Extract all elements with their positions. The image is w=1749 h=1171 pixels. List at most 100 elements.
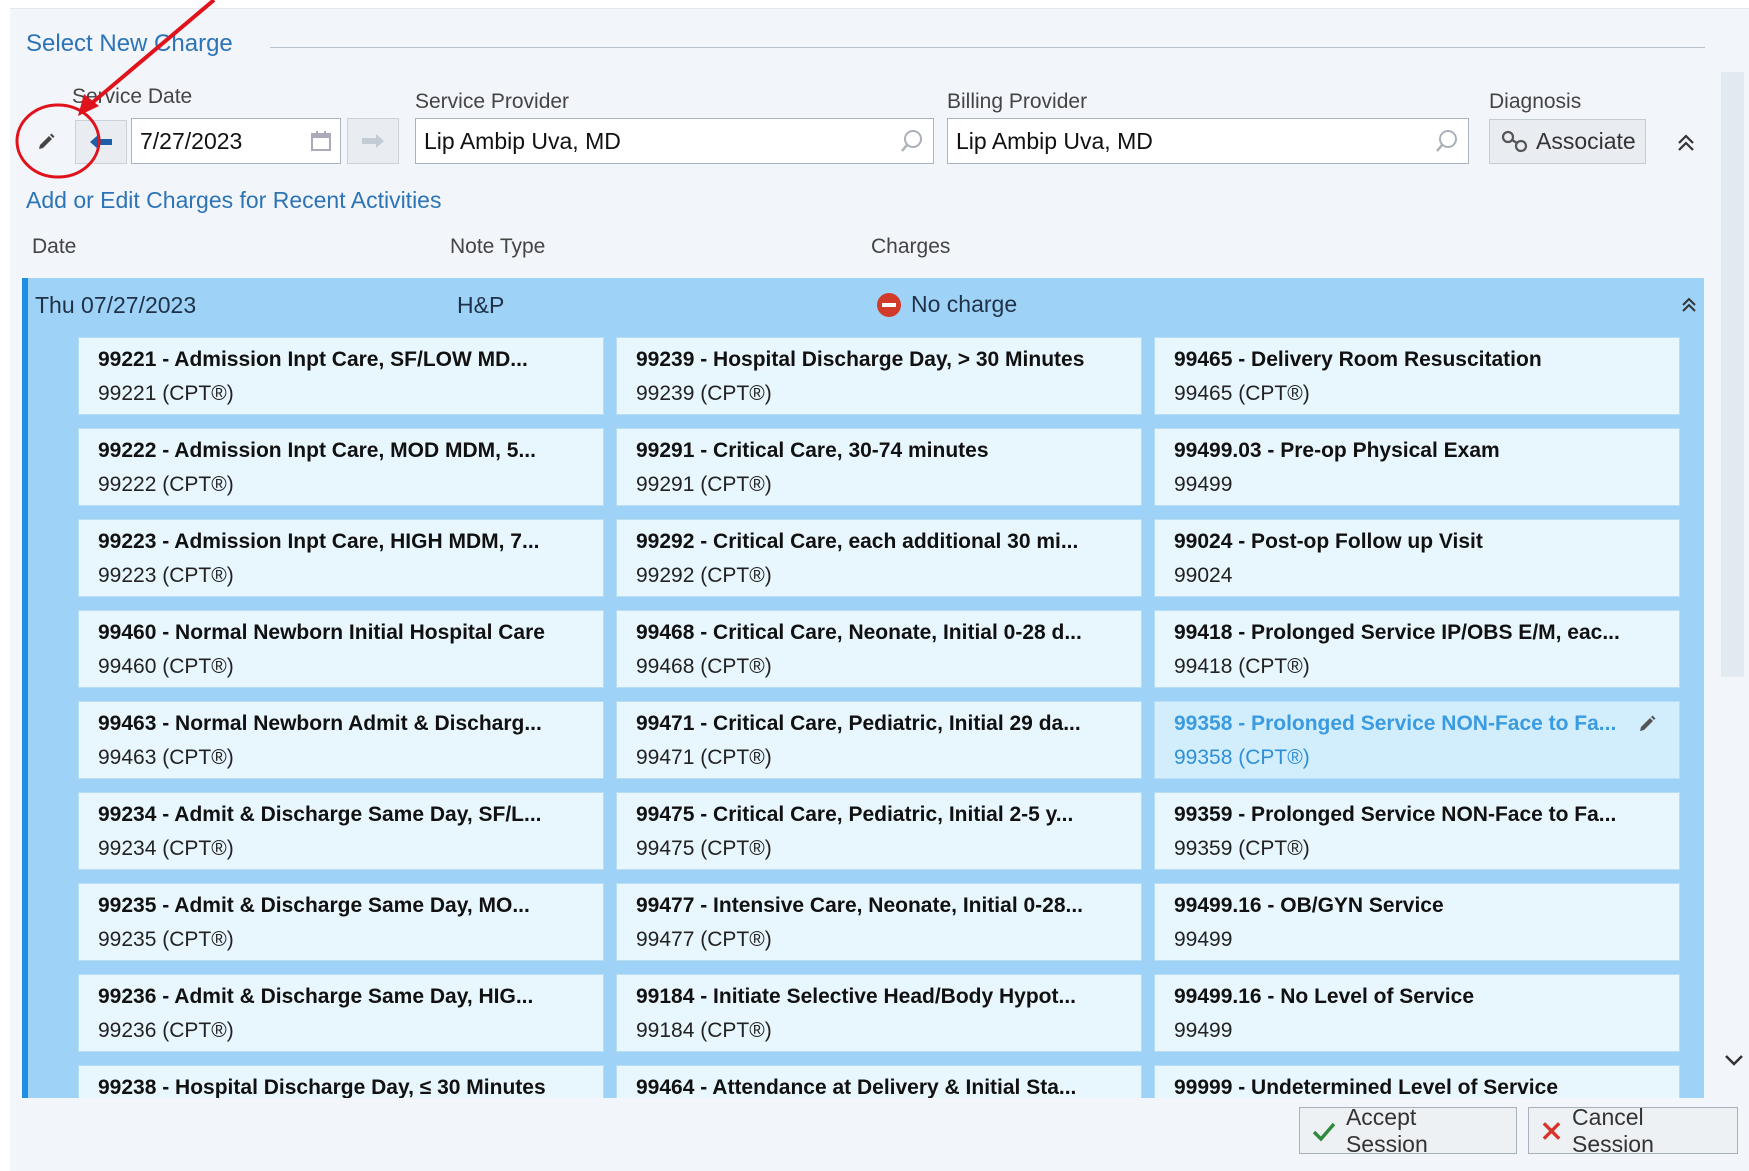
service-provider-label: Service Provider (415, 90, 570, 113)
charge-card[interactable]: 99239 - Hospital Discharge Day, > 30 Min… (616, 337, 1142, 415)
accept-session-label: Accept Session (1345, 1103, 1428, 1157)
charge-code: 99475 (CPT®) (636, 837, 772, 860)
charge-title: 99499.03 - Pre-op Physical Exam (1174, 439, 1500, 462)
charge-title: 99463 - Normal Newborn Admit & Discharg.… (98, 712, 542, 735)
charge-card[interactable]: 99221 - Admission Inpt Care, SF/LOW MD..… (78, 337, 604, 415)
charge-card[interactable]: 99418 - Prolonged Service IP/OBS E/M, ea… (1154, 610, 1680, 688)
charge-code: 99463 (CPT®) (98, 746, 234, 769)
column-header-note-type: Note Type (450, 235, 546, 258)
charge-card[interactable]: 99464 - Attendance at Delivery & Initial… (616, 1065, 1142, 1098)
column-header-date: Date (32, 235, 77, 258)
charge-title: 99358 - Prolonged Service NON-Face to Fa… (1174, 712, 1617, 735)
charge-code: 99499 (1174, 1019, 1233, 1042)
charge-code: 99468 (CPT®) (636, 655, 772, 678)
charge-title: 99238 - Hospital Discharge Day, ≤ 30 Min… (98, 1076, 546, 1098)
associate-label: Associate (1536, 128, 1636, 154)
cancel-session-label: Cancel Session (1572, 1103, 1654, 1157)
charge-title: 99475 - Critical Care, Pediatric, Initia… (636, 803, 1074, 826)
diagnosis-label: Diagnosis (1489, 90, 1582, 113)
service-date-input[interactable]: 7/27/2023 (131, 118, 341, 164)
accept-session-button[interactable]: Accept Session (1299, 1104, 1517, 1157)
no-charge-status[interactable]: No charge (877, 291, 1017, 318)
charge-card[interactable]: 99465 - Delivery Room Resuscitation 99465… (1154, 337, 1680, 415)
collapse-group-button[interactable] (1679, 295, 1699, 315)
charge-code: 99460 (CPT®) (98, 655, 234, 678)
charge-card[interactable]: 99475 - Critical Care, Pediatric, Initia… (616, 792, 1142, 870)
charge-code: 99236 (CPT®) (98, 1019, 234, 1042)
charge-card[interactable]: 99238 - Hospital Discharge Day, ≤ 30 Min… (78, 1065, 604, 1098)
charge-card[interactable]: 99460 - Normal Newborn Initial Hospital … (78, 610, 604, 688)
charge-code: 99499 (1174, 928, 1233, 951)
edit-date-button[interactable] (24, 120, 68, 164)
charge-code: 99291 (CPT®) (636, 473, 772, 496)
charge-code: 99358 (CPT®) (1174, 746, 1310, 769)
charge-card[interactable]: 99468 - Critical Care, Neonate, Initial … (616, 610, 1142, 688)
associate-diagnosis-button[interactable]: Associate (1489, 119, 1646, 164)
charge-title: 99222 - Admission Inpt Care, MOD MDM, 5.… (98, 439, 536, 462)
charge-card[interactable]: 99499.16 - No Level of Service 99499 (1154, 974, 1680, 1052)
charge-card[interactable]: 99235 - Admit & Discharge Same Day, MO..… (78, 883, 604, 961)
charge-card[interactable]: 99223 - Admission Inpt Care, HIGH MDM, 7… (78, 519, 604, 597)
charge-title: 99477 - Intensive Care, Neonate, Initial… (636, 894, 1084, 917)
search-icon[interactable] (899, 128, 925, 154)
charge-code: 99499 (1174, 473, 1233, 496)
cancel-session-button[interactable]: Cancel Session (1528, 1104, 1738, 1157)
scroll-down-icon (1725, 1055, 1743, 1066)
search-icon[interactable] (1434, 128, 1460, 154)
charge-card[interactable]: 99222 - Admission Inpt Care, MOD MDM, 5.… (78, 428, 604, 506)
charge-card[interactable]: 99471 - Critical Care, Pediatric, Initia… (616, 701, 1142, 779)
pencil-icon[interactable] (1637, 714, 1657, 734)
no-charge-icon (877, 292, 901, 317)
previous-date-button[interactable] (75, 120, 127, 164)
charge-card[interactable]: 99236 - Admit & Discharge Same Day, HIG.… (78, 974, 604, 1052)
charge-card[interactable]: 99234 - Admit & Discharge Same Day, SF/L… (78, 792, 604, 870)
billing-provider-value: Lip Ambip Uva, MD (956, 127, 1153, 154)
calendar-icon[interactable] (310, 130, 332, 152)
charge-title: 99464 - Attendance at Delivery & Initial… (636, 1076, 1077, 1098)
charge-card[interactable]: 99184 - Initiate Selective Head/Body Hyp… (616, 974, 1142, 1052)
charge-card[interactable]: 99477 - Intensive Care, Neonate, Initial… (616, 883, 1142, 961)
charge-code: 99234 (CPT®) (98, 837, 234, 860)
charge-card[interactable]: 99999 - Undetermined Level of Service (1154, 1065, 1680, 1098)
charge-title: 99239 - Hospital Discharge Day, > 30 Min… (636, 348, 1085, 371)
charge-card[interactable]: 99291 - Critical Care, 30-74 minutes 9929… (616, 428, 1142, 506)
charge-code: 99221 (CPT®) (98, 382, 234, 405)
recent-activities-title: Add or Edit Charges for Recent Activitie… (26, 187, 442, 213)
charge-title: 99223 - Admission Inpt Care, HIGH MDM, 7… (98, 530, 540, 553)
charge-title: 99024 - Post-op Follow up Visit (1174, 530, 1483, 553)
charge-code: 99418 (CPT®) (1174, 655, 1310, 678)
charge-title: 99291 - Critical Care, 30-74 minutes (636, 439, 989, 462)
charge-title: 99468 - Critical Care, Neonate, Initial … (636, 621, 1082, 644)
charge-title: 99499.16 - No Level of Service (1174, 985, 1474, 1008)
checkmark-icon (1312, 1122, 1336, 1142)
charge-card-selected[interactable]: 99358 - Prolonged Service NON-Face to Fa… (1154, 701, 1680, 779)
charge-title: 99236 - Admit & Discharge Same Day, HIG.… (98, 985, 534, 1008)
service-provider-value: Lip Ambip Uva, MD (424, 127, 621, 154)
charge-code: 99477 (CPT®) (636, 928, 772, 951)
scrollbar-thumb[interactable] (1721, 72, 1744, 677)
column-header-charges: Charges (871, 235, 951, 258)
collapse-icon (1678, 134, 1694, 151)
group-date: Thu 07/27/2023 (35, 292, 197, 318)
charge-card[interactable]: 99292 - Critical Care, each additional 3… (616, 519, 1142, 597)
charge-card[interactable]: 99024 - Post-op Follow up Visit 99024 (1154, 519, 1680, 597)
collapse-selection-button[interactable] (1675, 132, 1697, 154)
close-x-icon (1542, 1121, 1561, 1140)
service-provider-input[interactable]: Lip Ambip Uva, MD (415, 118, 934, 164)
charge-title: 99221 - Admission Inpt Care, SF/LOW MD..… (98, 348, 528, 371)
charge-card[interactable]: 99499.03 - Pre-op Physical Exam 99499 (1154, 428, 1680, 506)
scroll-down-button[interactable] (1722, 1050, 1746, 1070)
collapse-icon (1682, 297, 1696, 312)
charge-card[interactable]: 99463 - Normal Newborn Admit & Discharg.… (78, 701, 604, 779)
billing-provider-input[interactable]: Lip Ambip Uva, MD (947, 118, 1469, 164)
charge-title: 99234 - Admit & Discharge Same Day, SF/L… (98, 803, 542, 826)
next-date-button[interactable] (347, 118, 399, 164)
charge-card[interactable]: 99359 - Prolonged Service NON-Face to Fa… (1154, 792, 1680, 870)
charge-title: 99235 - Admit & Discharge Same Day, MO..… (98, 894, 530, 917)
group-note-type: H&P (457, 292, 505, 318)
charge-code: 99184 (CPT®) (636, 1019, 772, 1042)
charge-code: 99024 (1174, 564, 1233, 587)
charge-code: 99471 (CPT®) (636, 746, 772, 769)
charge-title: 99359 - Prolonged Service NON-Face to Fa… (1174, 803, 1617, 826)
charge-card[interactable]: 99499.16 - OB/GYN Service 99499 (1154, 883, 1680, 961)
